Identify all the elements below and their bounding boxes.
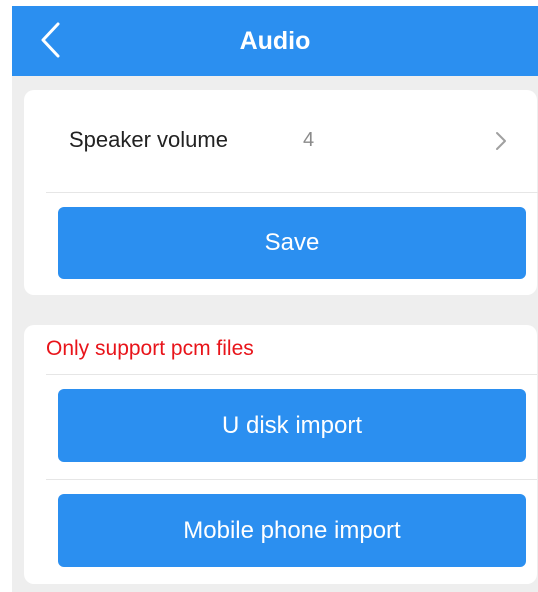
save-button[interactable]: Save [58, 207, 526, 279]
divider [46, 479, 537, 480]
speaker-volume-value: 4 [303, 129, 315, 151]
divider [46, 192, 538, 193]
mobile-phone-import-button[interactable]: Mobile phone import [58, 494, 526, 567]
chevron-left-icon [41, 22, 60, 58]
app-frame: Audio Speaker volume 4 Save Only support… [0, 0, 538, 592]
chevron-right-icon [496, 132, 506, 150]
pcm-notice: Only support pcm files [46, 337, 254, 360]
audio-screen: Audio Speaker volume 4 Save Only support… [12, 6, 538, 592]
speaker-volume-label: Speaker volume [69, 127, 228, 152]
top-bar: Audio [12, 6, 538, 76]
back-button[interactable] [30, 20, 70, 60]
import-card: Only support pcm files U disk import Mob… [24, 325, 537, 584]
volume-card: Speaker volume 4 Save [24, 90, 538, 295]
speaker-volume-row[interactable]: Speaker volume 4 [24, 90, 537, 192]
u-disk-import-button[interactable]: U disk import [58, 389, 526, 462]
divider [46, 374, 537, 375]
page-title: Audio [239, 27, 311, 55]
